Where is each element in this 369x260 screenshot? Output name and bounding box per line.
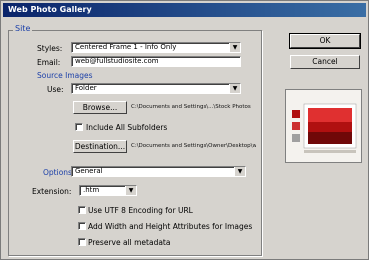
browse-path: C:\Documents and Settings\...\Stock Phot… (131, 104, 251, 110)
ok-button[interactable]: OK (289, 33, 361, 49)
destination-button[interactable]: Destination... (73, 140, 127, 153)
use-value: Folder (75, 84, 97, 92)
use-select[interactable]: Folder ▼ (71, 83, 241, 94)
styles-value: Centered Frame 1 - Info Only (75, 43, 177, 51)
width-height-label: Add Width and Height Attributes for Imag… (88, 222, 253, 231)
include-subfolders-label: Include All Subfolders (86, 123, 168, 132)
gallery-preview-image (286, 90, 361, 162)
destination-path: C:\Documents and Settings\Owner\Desktop\… (131, 143, 256, 149)
styles-select[interactable]: Centered Frame 1 - Info Only ▼ (71, 42, 241, 53)
web-photo-gallery-dialog: Web Photo Gallery Site Styles: Centered … (0, 0, 369, 260)
browse-button[interactable]: Browse... (73, 101, 127, 114)
chevron-down-icon[interactable]: ▼ (125, 186, 136, 195)
extension-select[interactable]: .htm ▼ (79, 185, 137, 196)
width-height-checkbox[interactable] (78, 222, 86, 230)
email-label: Email: (37, 58, 61, 67)
style-preview-thumbnail (285, 89, 362, 163)
include-subfolders-checkbox[interactable] (75, 123, 83, 131)
extension-label: Extension: (32, 187, 72, 196)
preserve-metadata-label: Preserve all metadata (88, 238, 171, 247)
options-select[interactable]: General ▼ (71, 166, 246, 177)
use-label: Use: (47, 85, 64, 94)
utf8-label: Use UTF 8 Encoding for URL (88, 206, 193, 215)
chevron-down-icon[interactable]: ▼ (234, 167, 245, 176)
window-title: Web Photo Gallery (3, 3, 366, 17)
utf8-checkbox[interactable] (78, 206, 86, 214)
chevron-down-icon[interactable]: ▼ (229, 84, 240, 93)
email-field[interactable]: web@fullstudiosite.com (71, 56, 241, 67)
options-value: General (75, 167, 103, 175)
source-images-title: Source Images (37, 71, 93, 80)
extension-value: .htm (83, 186, 100, 194)
options-label: Options: (43, 168, 75, 177)
cancel-button[interactable]: Cancel (290, 55, 360, 69)
chevron-down-icon[interactable]: ▼ (229, 43, 240, 52)
styles-label: Styles: (37, 44, 63, 53)
site-group-title: Site (13, 24, 33, 33)
preserve-metadata-checkbox[interactable] (78, 238, 86, 246)
